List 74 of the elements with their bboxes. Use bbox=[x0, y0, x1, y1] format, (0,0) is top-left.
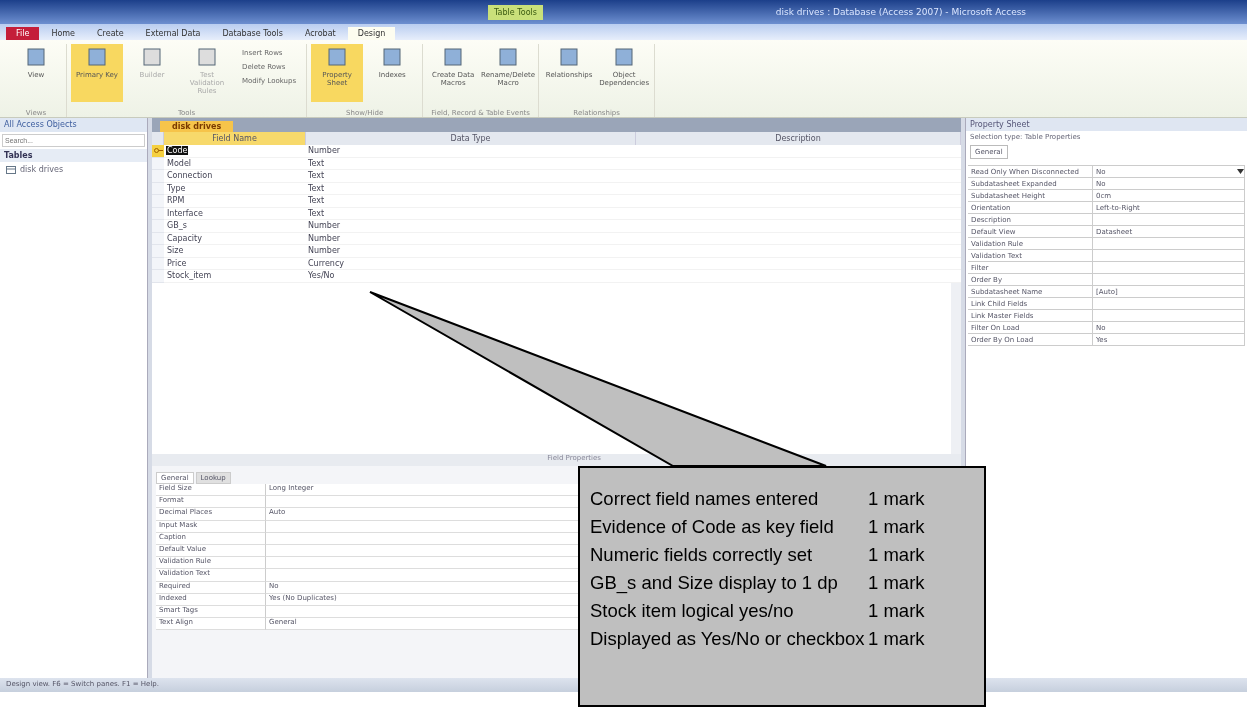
value-field[interactable] bbox=[1093, 214, 1245, 226]
contextual-tab-label: Table Tools bbox=[488, 4, 543, 20]
value-field[interactable] bbox=[1093, 310, 1245, 322]
toolbar-icon bbox=[442, 46, 465, 68]
file-tab[interactable]: File bbox=[6, 27, 40, 40]
pane-title: Property Sheet bbox=[966, 118, 1247, 131]
mark-text: 1 mark bbox=[868, 516, 926, 538]
value-field[interactable] bbox=[1093, 262, 1245, 274]
caret-icon bbox=[1237, 169, 1244, 174]
value-field[interactable] bbox=[1093, 298, 1245, 310]
value-field[interactable] bbox=[1093, 238, 1245, 250]
ribbon-tab[interactable]: External Data bbox=[135, 27, 211, 40]
criterion-text: Stock item logical yes/no bbox=[590, 600, 795, 622]
toolbar-icon bbox=[497, 46, 520, 68]
toolbar-icon bbox=[558, 46, 581, 68]
field-name: Stock_item bbox=[166, 271, 213, 281]
criterion-text: Numeric fields correctly set bbox=[590, 544, 814, 566]
toolbar-icon bbox=[141, 46, 163, 68]
toolbar-icon bbox=[326, 46, 349, 68]
section-header[interactable]: Tables bbox=[0, 149, 147, 162]
ribbon-tab[interactable]: Create bbox=[87, 27, 134, 40]
data-type: Number bbox=[306, 245, 636, 258]
mark-text: 1 mark bbox=[868, 544, 926, 566]
field-name: RPM bbox=[166, 196, 186, 206]
toolbar-icon bbox=[196, 46, 218, 68]
window-title: disk drives : Database (Access 2007) - Microsoft Access bbox=[775, 7, 1027, 17]
row-selector[interactable] bbox=[152, 145, 164, 158]
criterion-text: Displayed as Yes/No or checkbox bbox=[590, 628, 866, 650]
value-field[interactable] bbox=[1093, 274, 1245, 286]
mark-text: 1 mark bbox=[868, 600, 926, 622]
data-type: Number bbox=[306, 232, 636, 245]
toolbar-icon bbox=[381, 46, 404, 68]
field-name: Connection bbox=[166, 171, 214, 181]
mark-text: 1 mark bbox=[868, 628, 926, 650]
toolbar-icon bbox=[25, 46, 47, 68]
ribbon-tab[interactable]: Home bbox=[41, 27, 85, 40]
field-name: Capacity bbox=[166, 233, 203, 243]
document-tab[interactable]: disk drives bbox=[160, 121, 234, 132]
criterion-text: Correct field names entered bbox=[590, 488, 820, 510]
data-type: Text bbox=[306, 170, 636, 183]
data-type: Number bbox=[306, 220, 636, 233]
pane-title[interactable]: All Access Objects bbox=[0, 118, 147, 132]
field-name: Size bbox=[166, 246, 185, 256]
ribbon-tab[interactable]: Acrobat bbox=[294, 27, 346, 40]
data-type: Text bbox=[306, 157, 636, 170]
value-field[interactable] bbox=[1093, 250, 1245, 262]
field-name: Type bbox=[166, 183, 187, 193]
criterion-text: Evidence of Code as key field bbox=[590, 516, 835, 538]
data-type: Text bbox=[306, 195, 636, 208]
field-name: Code bbox=[166, 146, 189, 156]
column-header: Data Type bbox=[306, 132, 636, 145]
nav-item[interactable]: disk drives bbox=[0, 162, 147, 177]
data-type: Yes/No bbox=[306, 270, 636, 283]
field-name: Model bbox=[166, 158, 193, 168]
toolbar-icon bbox=[86, 46, 108, 68]
data-type: Text bbox=[306, 182, 636, 195]
scrollbar[interactable] bbox=[951, 282, 961, 454]
ribbon-tab[interactable]: Database Tools bbox=[212, 27, 293, 40]
criterion-text: GB_s and Size display to 1 dp bbox=[590, 572, 839, 594]
toolbar-icon bbox=[613, 46, 636, 68]
ribbon-tab[interactable]: Design bbox=[347, 27, 396, 40]
column-header bbox=[152, 132, 164, 145]
field-name: Interface bbox=[166, 208, 204, 218]
column-header: Description bbox=[636, 132, 961, 145]
key-icon bbox=[153, 147, 163, 155]
data-type: Text bbox=[306, 207, 636, 220]
column-header: Field Name bbox=[164, 132, 306, 145]
field-name: Price bbox=[166, 258, 188, 268]
mark-text: 1 mark bbox=[868, 572, 926, 594]
mark-text: 1 mark bbox=[868, 488, 926, 510]
table-icon bbox=[6, 165, 16, 174]
data-type: Number bbox=[306, 145, 636, 158]
data-type: Currency bbox=[306, 257, 636, 270]
field-name: GB_s bbox=[166, 221, 188, 231]
